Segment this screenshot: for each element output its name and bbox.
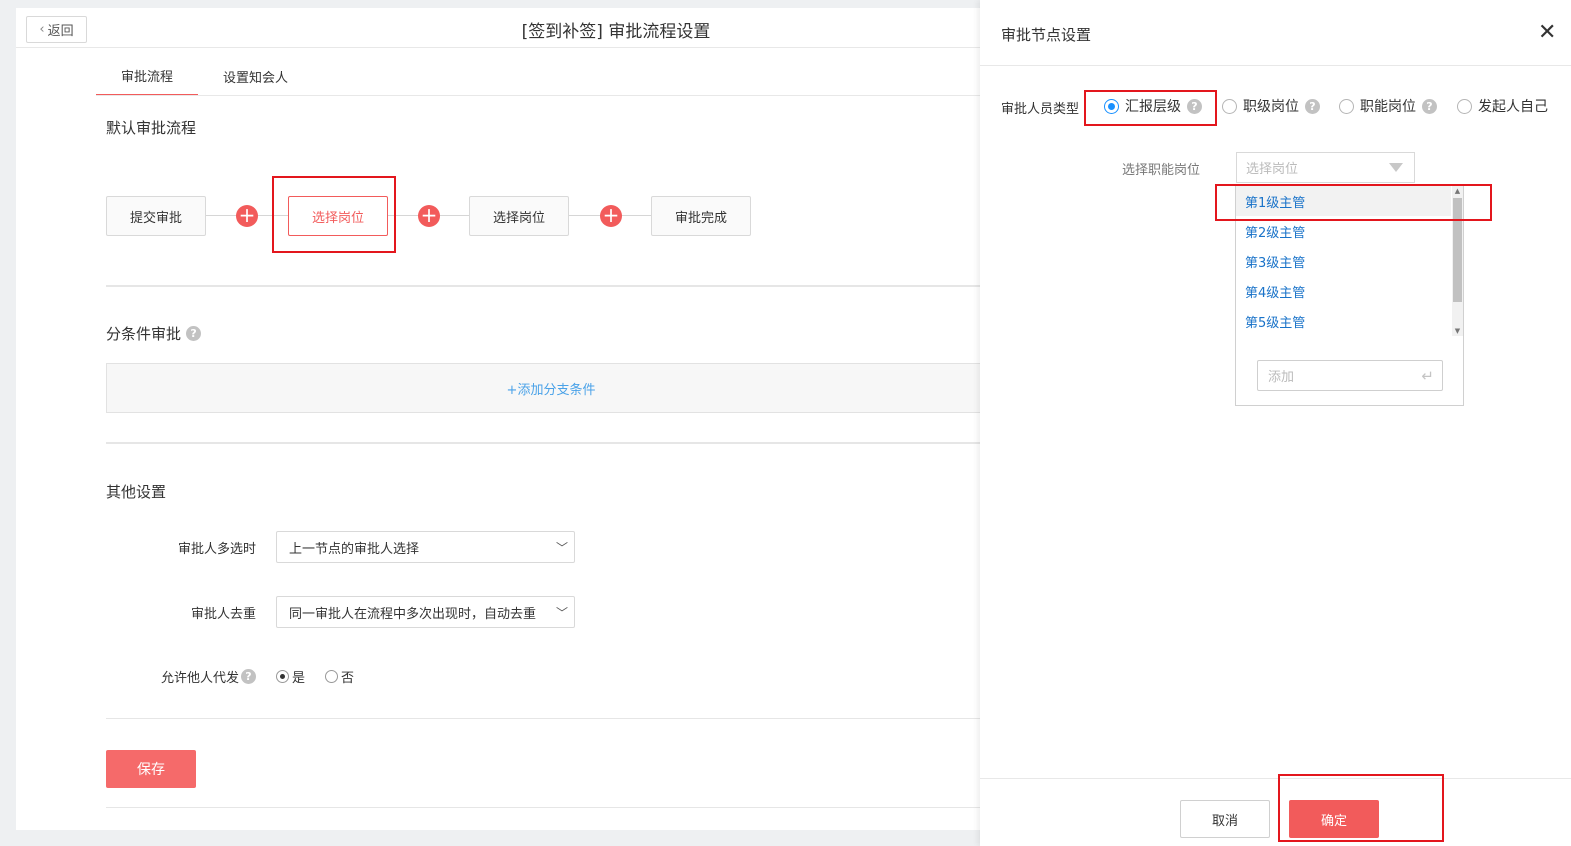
radio-yes-label: 是 bbox=[292, 670, 306, 686]
position-select[interactable]: 选择岗位 bbox=[1236, 152, 1415, 183]
dedupe-label: 审批人去重 bbox=[190, 606, 256, 622]
chevron-down-icon: ﹀ bbox=[555, 606, 568, 620]
approver-type-initiator-self[interactable]: 发起人自己 bbox=[1457, 96, 1548, 116]
help-icon[interactable]: ? bbox=[1305, 98, 1320, 114]
tab-notify-people[interactable]: 设置知会人 bbox=[198, 56, 313, 96]
approver-type-label: 审批人员类型 bbox=[1001, 102, 1080, 117]
position-select-label: 选择职能岗位 bbox=[1122, 163, 1201, 178]
section-divider bbox=[106, 807, 986, 808]
highlight-box bbox=[1084, 90, 1217, 126]
approver-type-label-4: 发起人自己 bbox=[1478, 99, 1548, 115]
page-header: ‹ 返回 [签到补签] 审批流程设置 bbox=[16, 8, 986, 48]
help-icon[interactable]: ? bbox=[1422, 98, 1437, 114]
close-icon[interactable]: ✕ bbox=[1538, 22, 1556, 44]
flow-node-submit[interactable]: 提交审批 bbox=[106, 196, 206, 236]
page-title: [签到补签] 审批流程设置 bbox=[521, 22, 711, 42]
highlight-box bbox=[1278, 774, 1444, 842]
approver-type-label-3: 职能岗位 bbox=[1360, 99, 1416, 115]
approver-type-label-2: 职级岗位 bbox=[1243, 99, 1299, 115]
radio-circle[interactable] bbox=[1339, 98, 1354, 114]
radio-circle[interactable] bbox=[325, 669, 339, 683]
approval-flow-diagram: 提交审批 + 选择岗位 + 选择岗位 + 审批完成 bbox=[106, 196, 766, 236]
default-flow-title: 默认审批流程 bbox=[106, 119, 197, 137]
multi-select-label: 审批人多选时 bbox=[177, 541, 256, 557]
section-divider bbox=[106, 718, 986, 719]
radio-circle[interactable] bbox=[1457, 98, 1472, 114]
flow-node-complete[interactable]: 审批完成 bbox=[651, 196, 751, 236]
radio-no[interactable]: 否 bbox=[325, 667, 354, 686]
add-branch-link[interactable]: +添加分支条件 bbox=[237, 379, 596, 398]
allow-delegate-label-wrap: 允许他人代发 ? bbox=[106, 660, 256, 692]
radio-circle-checked[interactable] bbox=[276, 669, 289, 683]
tab-approval-flow[interactable]: 审批流程 bbox=[96, 56, 199, 96]
approver-type-rank-position[interactable]: 职级岗位 ? bbox=[1222, 96, 1320, 116]
node-settings-panel: 审批节点设置 ✕ 审批人员类型 汇报层级 ? 职级岗位 ? 职能岗位 ? 发起人… bbox=[980, 0, 1571, 846]
dropdown-option[interactable]: 第4级主管 bbox=[1236, 276, 1451, 306]
other-settings-title: 其他设置 bbox=[106, 483, 167, 501]
scroll-down-icon[interactable]: ▼ bbox=[1452, 326, 1463, 336]
dedupe-row: 审批人去重 同一审批人在流程中多次出现时，自动去重 ﹀ bbox=[106, 596, 606, 628]
help-icon[interactable]: ? bbox=[241, 668, 256, 684]
dropdown-option[interactable]: 第3级主管 bbox=[1236, 246, 1451, 276]
approver-type-function-position[interactable]: 职能岗位 ? bbox=[1339, 96, 1437, 116]
radio-no-label: 否 bbox=[341, 670, 355, 686]
dedupe-value: 同一审批人在流程中多次出现时，自动去重 bbox=[289, 606, 537, 622]
add-option-input[interactable]: 添加 ↵ bbox=[1257, 360, 1443, 391]
add-node-icon[interactable]: + bbox=[600, 205, 622, 227]
add-option-placeholder: 添加 bbox=[1268, 370, 1295, 385]
enter-icon[interactable]: ↵ bbox=[1421, 367, 1434, 385]
position-select-placeholder: 选择岗位 bbox=[1246, 162, 1299, 177]
allow-delegate-radios: 是 否 bbox=[276, 660, 354, 692]
section-divider bbox=[106, 285, 986, 287]
tab-bar: 审批流程 设置知会人 bbox=[96, 56, 313, 96]
panel-title: 审批节点设置 bbox=[1001, 26, 1092, 44]
section-divider bbox=[106, 442, 986, 444]
dedupe-dropdown[interactable]: 同一审批人在流程中多次出现时，自动去重 ﹀ bbox=[276, 596, 575, 628]
main-page: ‹ 返回 [签到补签] 审批流程设置 审批流程 设置知会人 默认审批流程 提交审… bbox=[16, 8, 986, 830]
multi-select-dropdown[interactable]: 上一节点的审批人选择 ﹀ bbox=[276, 531, 575, 563]
chevron-down-icon: ﹀ bbox=[555, 541, 568, 555]
allow-delegate-row: 允许他人代发 ? 是 否 bbox=[106, 660, 606, 692]
radio-yes[interactable]: 是 bbox=[276, 667, 305, 686]
radio-circle[interactable] bbox=[1222, 98, 1237, 114]
caret-down-icon bbox=[1389, 163, 1403, 172]
help-icon[interactable]: ? bbox=[186, 326, 202, 341]
multi-select-row: 审批人多选时 上一节点的审批人选择 ﹀ bbox=[106, 531, 606, 563]
branch-title-row: 分条件审批 ? bbox=[106, 323, 202, 344]
highlight-box bbox=[272, 176, 396, 253]
tabs-divider bbox=[96, 95, 986, 96]
add-node-icon[interactable]: + bbox=[418, 205, 440, 227]
multi-select-value: 上一节点的审批人选择 bbox=[289, 541, 420, 557]
panel-footer-divider bbox=[980, 778, 1571, 779]
allow-delegate-label: 允许他人代发 bbox=[160, 670, 239, 686]
add-node-icon[interactable]: + bbox=[236, 205, 258, 227]
panel-header-divider bbox=[980, 65, 1571, 66]
flow-node-select-position-2[interactable]: 选择岗位 bbox=[469, 196, 569, 236]
dropdown-option[interactable]: 第5级主管 bbox=[1236, 306, 1451, 336]
save-button[interactable]: 保存 bbox=[106, 750, 196, 788]
highlight-box bbox=[1215, 184, 1492, 221]
add-branch-area[interactable]: +添加分支条件 bbox=[106, 363, 986, 413]
cancel-button[interactable]: 取消 bbox=[1180, 800, 1270, 838]
branch-title: 分条件审批 bbox=[106, 325, 182, 343]
